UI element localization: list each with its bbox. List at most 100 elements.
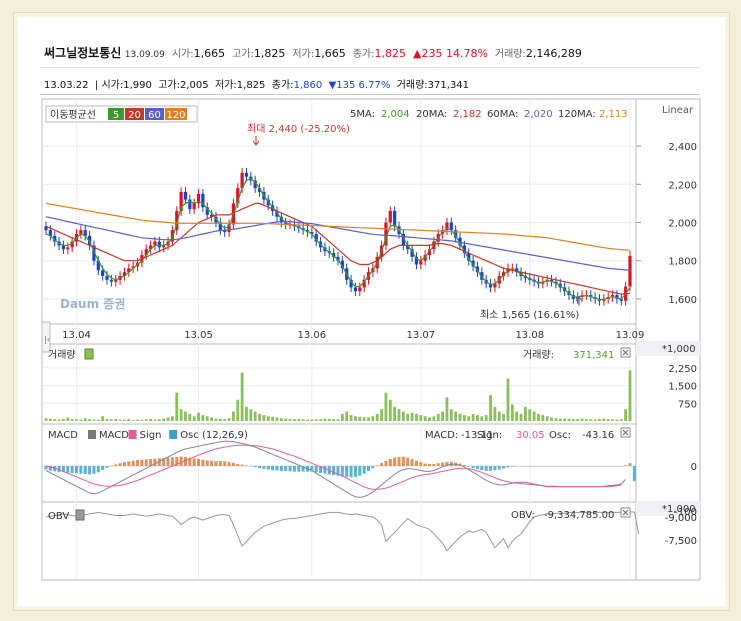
- volume-bar: [301, 419, 305, 421]
- osc-bar: [109, 466, 113, 467]
- volume-bar: [149, 418, 152, 421]
- x-axis-label: 13.08: [515, 330, 544, 341]
- osc-bar: [214, 461, 218, 466]
- osc-bar: [127, 461, 131, 466]
- osc-bar: [611, 466, 615, 467]
- min-annotation: 최소 1,565 (16.61%): [480, 309, 579, 321]
- ma-buttons[interactable]: 5 20 60 120: [108, 108, 187, 121]
- ma5-label: 5MA:: [350, 109, 375, 120]
- osc-bar: [79, 466, 83, 474]
- volume-bar: [611, 419, 614, 421]
- volume-bar: [245, 406, 248, 421]
- osc-bar: [406, 457, 410, 466]
- osc-bar: [554, 466, 558, 467]
- pan-handle-icon: |‹: [44, 335, 50, 344]
- osc-bar: [101, 466, 105, 470]
- sign-value: 30.05: [516, 430, 545, 441]
- osc-bar: [144, 459, 148, 466]
- volume-bar: [323, 418, 327, 421]
- volume-bar: [532, 411, 536, 421]
- osc-bar: [380, 462, 384, 466]
- volume-bar: [293, 419, 296, 421]
- volume-bar: [184, 411, 187, 421]
- volume-bar: [571, 419, 575, 421]
- volume-bar: [406, 413, 410, 421]
- osc-bar: [497, 466, 501, 470]
- osc-value: -43.16: [582, 430, 614, 441]
- volume-bar: [66, 417, 70, 421]
- volume-bar: [510, 404, 514, 421]
- osc-bar: [358, 466, 362, 476]
- osc-bar: [401, 456, 405, 466]
- volume-bar: [388, 399, 392, 421]
- osc-bar: [536, 466, 540, 467]
- volume-bar: [201, 415, 205, 421]
- volume-bar: [358, 416, 362, 421]
- macd-legend-swatch: [128, 430, 137, 439]
- candle-body: [388, 211, 392, 223]
- volume-bar: [136, 419, 139, 421]
- volume-bar: [118, 419, 122, 421]
- osc-bar: [528, 466, 532, 467]
- osc-bar: [571, 466, 575, 467]
- osc-bar: [70, 466, 74, 473]
- stock-chart[interactable]: 2,2501,5007500-100-7,500-9,000 이동평균선 5 20…: [0, 0, 741, 621]
- volume-bar: [170, 416, 174, 421]
- volume-bar: [179, 409, 183, 421]
- osc-bar: [118, 463, 122, 466]
- volume-bar: [175, 392, 179, 421]
- osc-bar: [502, 466, 506, 469]
- scale-type-label[interactable]: Linear: [662, 105, 694, 116]
- obv-unit: *1,000: [662, 504, 696, 515]
- volume-bar: [232, 411, 235, 421]
- osc-bar: [462, 464, 466, 466]
- sign-value-label: Sign:: [477, 430, 502, 441]
- osc-bar: [436, 463, 440, 466]
- volume-bar: [266, 416, 270, 421]
- osc-bar: [253, 466, 257, 468]
- osc-bar: [279, 466, 283, 471]
- volume-bar: [79, 419, 83, 421]
- osc-bar: [519, 466, 523, 467]
- osc-bar: [136, 460, 140, 466]
- candle-body: [192, 203, 196, 210]
- volume-bar: [436, 413, 440, 421]
- volume-bar: [105, 419, 109, 421]
- osc-bar: [589, 466, 593, 467]
- macd-legend-swatch: [169, 430, 178, 439]
- osc-bar: [467, 466, 471, 467]
- osc-bar: [532, 466, 536, 467]
- osc-bar: [240, 464, 244, 466]
- volume-bar: [441, 411, 444, 421]
- osc-bar: [292, 466, 296, 472]
- candle-body: [157, 241, 161, 248]
- price-y-label: 2,000: [668, 219, 697, 230]
- volume-bar: [127, 419, 131, 421]
- volume-y-label: 1,500: [668, 382, 697, 393]
- x-axis-label: 13.09: [616, 330, 645, 341]
- osc-value-label: Osc:: [549, 430, 571, 441]
- osc-bar: [170, 457, 174, 466]
- volume-bar: [371, 416, 375, 421]
- obv-color-swatch[interactable]: [75, 509, 85, 521]
- osc-bar: [210, 460, 214, 466]
- volume-bar: [585, 419, 588, 421]
- candle-body: [101, 270, 105, 276]
- volume-bar: [262, 415, 266, 421]
- osc-bar: [244, 465, 248, 466]
- volume-bar: [606, 419, 610, 421]
- volume-color-swatch[interactable]: [84, 348, 94, 360]
- volume-bar: [210, 417, 214, 421]
- x-axis-label: 13.06: [298, 330, 327, 341]
- x-axis-label: 13.05: [184, 330, 213, 341]
- osc-bar: [114, 464, 118, 466]
- volume-bar: [384, 392, 388, 421]
- volume-bar: [340, 413, 344, 421]
- volume-bar: [354, 416, 357, 421]
- osc-bar: [205, 460, 209, 466]
- volume-bar: [236, 399, 240, 421]
- volume-bar: [541, 415, 545, 421]
- ma60-value: 2,020: [524, 109, 553, 120]
- volume-bar: [44, 418, 48, 421]
- volume-bar: [144, 419, 148, 421]
